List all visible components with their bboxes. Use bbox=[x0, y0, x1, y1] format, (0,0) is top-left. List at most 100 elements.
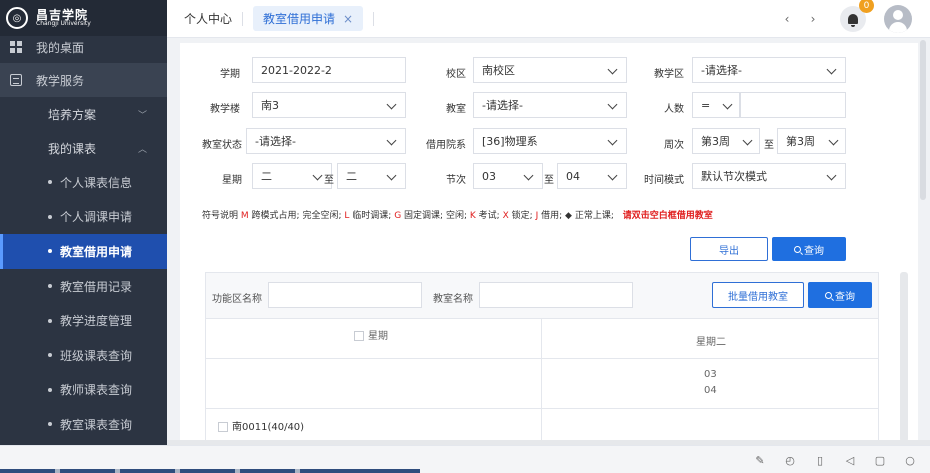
sidebar-item-room-borrow[interactable]: 教室借用申请 bbox=[0, 234, 167, 269]
function-area-label: 功能区名称 bbox=[212, 294, 262, 305]
next-tab-icon[interactable]: › bbox=[800, 12, 826, 26]
legend-text: 跨模式占用; bbox=[251, 211, 300, 221]
trash-icon[interactable]: ▯ bbox=[812, 452, 828, 468]
legend-symbol: M bbox=[240, 211, 249, 221]
department-select[interactable]: [36]物理系 bbox=[473, 128, 627, 154]
bell-icon bbox=[848, 14, 858, 27]
week-to-select[interactable]: 第3周 bbox=[777, 128, 846, 154]
history-icon[interactable]: ◴ bbox=[782, 452, 798, 468]
period-to-select[interactable]: 04 bbox=[557, 163, 627, 189]
row-checkbox[interactable] bbox=[218, 422, 228, 432]
notification-badge: 0 bbox=[859, 0, 874, 13]
time-mode-select[interactable]: 默认节次模式 bbox=[692, 163, 846, 189]
prev-tab-icon[interactable]: ‹ bbox=[774, 12, 800, 26]
search-icon bbox=[794, 245, 801, 253]
capacity-operator-select[interactable]: = bbox=[692, 92, 740, 118]
logo: ◎ 昌吉学院 Changji University bbox=[0, 0, 167, 36]
panel-scrollbar[interactable] bbox=[900, 272, 908, 442]
building-label: 教学楼 bbox=[210, 104, 240, 115]
period-end: 04 bbox=[704, 385, 717, 396]
sidebar-item-progress[interactable]: 教学进度管理 bbox=[0, 303, 167, 338]
capacity-input[interactable] bbox=[740, 92, 846, 118]
teaching-area-select[interactable]: -请选择- bbox=[692, 57, 846, 83]
close-icon[interactable]: × bbox=[343, 12, 353, 26]
sidebar-item-label: 教室课表查询 bbox=[60, 417, 133, 432]
legend-text: 空闲; bbox=[445, 211, 468, 221]
sidebar-item-class-schedule[interactable]: 班级课表查询 bbox=[0, 338, 167, 373]
batch-borrow-button[interactable]: 批量借用教室 bbox=[712, 282, 804, 308]
sidebar-group-teaching[interactable]: 教学服务 bbox=[0, 63, 167, 97]
legend-text: 临时调课; bbox=[352, 211, 392, 221]
building-value: 南3 bbox=[261, 99, 279, 112]
to-label: 至 bbox=[544, 175, 554, 186]
sidebar-item-borrow-record[interactable]: 教室借用记录 bbox=[0, 269, 167, 304]
chevron-down-icon bbox=[607, 135, 618, 146]
function-area-input[interactable] bbox=[268, 282, 422, 308]
teaching-area-value: -请选择- bbox=[701, 64, 742, 77]
period-from-select[interactable]: 03 bbox=[473, 163, 543, 189]
chevron-down-icon: ﹀ bbox=[137, 110, 147, 121]
legend-text: 锁定; bbox=[511, 211, 533, 221]
tab-personal-center[interactable]: 个人中心 bbox=[184, 10, 232, 27]
chevron-down-icon bbox=[386, 170, 397, 181]
tab-room-borrow[interactable]: 教室借用申请 × bbox=[253, 6, 364, 31]
sidebar-sub-schedule[interactable]: 我的课表 ︿ bbox=[0, 131, 167, 165]
sidebar-sub-plan[interactable]: 培养方案 ﹀ bbox=[0, 97, 167, 131]
weekday-to-select[interactable]: 二 bbox=[337, 163, 406, 189]
room-status-select[interactable]: -请选择- bbox=[246, 128, 406, 154]
query-button[interactable]: 查询 bbox=[772, 237, 846, 261]
weekday-from-select[interactable]: 二 bbox=[252, 163, 332, 189]
list-icon bbox=[10, 74, 22, 86]
term-input[interactable]: 2021-2022-2 bbox=[252, 57, 406, 83]
window-icon[interactable]: ▢ bbox=[872, 452, 888, 468]
chevron-down-icon bbox=[607, 99, 618, 110]
room-select[interactable]: -请选择- bbox=[473, 92, 627, 118]
bullet-icon bbox=[48, 387, 52, 392]
sidebar-item-label: 个人课表信息 bbox=[60, 175, 133, 190]
sidebar: ◎ 昌吉学院 Changji University 我的桌面 教学服务 培养方案… bbox=[0, 0, 167, 473]
avatar[interactable] bbox=[884, 5, 912, 33]
symbol-legend: 符号说明 M 跨模式占用; 完全空闲; L 临时调课; G 固定调课; 空闲; … bbox=[202, 208, 713, 221]
grid-icon bbox=[10, 41, 22, 53]
sidebar-item-course-change[interactable]: 个人调课申请 bbox=[0, 200, 167, 235]
to-label: 至 bbox=[764, 140, 774, 151]
chevron-down-icon bbox=[826, 64, 837, 75]
tab-divider bbox=[373, 11, 375, 26]
time-mode-value: 默认节次模式 bbox=[701, 170, 767, 183]
legend-hint: 请双击空白框借用教室 bbox=[622, 211, 713, 221]
legend-symbol: J bbox=[535, 211, 539, 221]
tab-label: 教室借用申请 bbox=[263, 12, 336, 26]
room-name-input[interactable] bbox=[479, 282, 633, 308]
campus-select[interactable]: 南校区 bbox=[473, 57, 627, 83]
sidebar-item-personal-schedule[interactable]: 个人课表信息 bbox=[0, 165, 167, 200]
select-all-checkbox[interactable] bbox=[354, 331, 364, 341]
tool-icon[interactable]: ✎ bbox=[752, 452, 768, 468]
taskbar-strip bbox=[0, 469, 420, 473]
bullet-icon bbox=[48, 318, 52, 323]
legend-symbol: K bbox=[469, 211, 476, 221]
week-from-select[interactable]: 第3周 bbox=[692, 128, 760, 154]
sidebar-item-desktop[interactable]: 我的桌面 bbox=[0, 36, 167, 58]
logo-seal-icon: ◎ bbox=[6, 7, 28, 29]
search-icon[interactable]: ○ bbox=[902, 452, 918, 468]
panel-query-button[interactable]: 查询 bbox=[808, 282, 872, 308]
sidebar-item-room-schedule[interactable]: 教室课表查询 bbox=[0, 407, 167, 442]
period-label: 节次 bbox=[446, 175, 466, 186]
bullet-icon bbox=[48, 180, 52, 185]
button-label: 查询 bbox=[804, 245, 824, 257]
notification-button[interactable]: 0 bbox=[840, 0, 874, 32]
page-scrollbar[interactable] bbox=[920, 40, 926, 200]
weekday-label: 星期 bbox=[222, 175, 242, 186]
chevron-down-icon bbox=[828, 135, 839, 146]
bullet-icon bbox=[48, 284, 52, 289]
button-label: 查询 bbox=[835, 291, 855, 303]
chevron-down-icon bbox=[386, 99, 397, 110]
legend-text: 正常上课; bbox=[574, 211, 614, 221]
building-select[interactable]: 南3 bbox=[252, 92, 406, 118]
campus-value: 南校区 bbox=[482, 64, 515, 77]
export-button[interactable]: 导出 bbox=[690, 237, 768, 261]
chevron-down-icon bbox=[523, 170, 534, 181]
sidebar-item-teacher-schedule[interactable]: 教师课表查询 bbox=[0, 373, 167, 408]
table-row[interactable]: 南0011(40/40) bbox=[206, 409, 878, 443]
speaker-icon[interactable]: ◁ bbox=[842, 452, 858, 468]
